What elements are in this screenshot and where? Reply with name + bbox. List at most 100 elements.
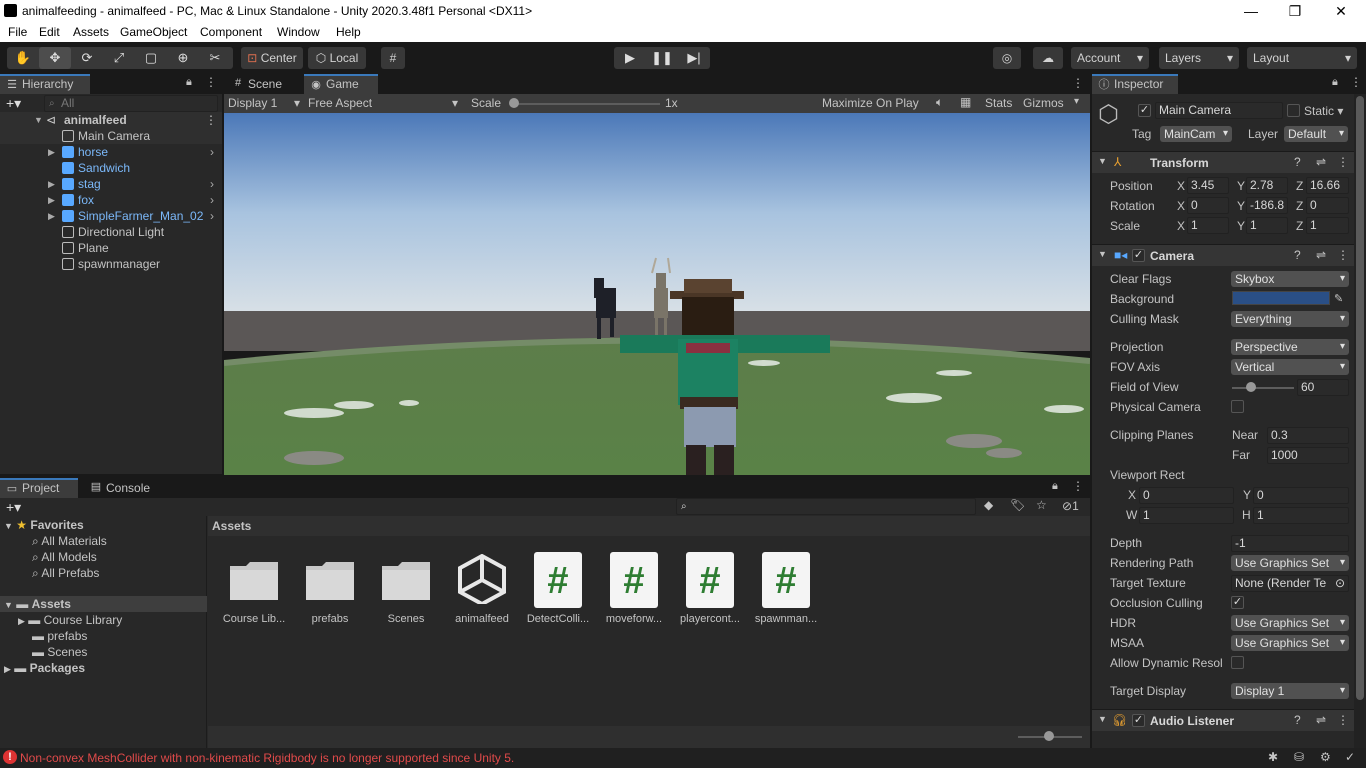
grid-snap-icon[interactable]: # — [381, 47, 405, 69]
cloud-icon[interactable]: ☁ — [1033, 47, 1063, 69]
rotation-z-input[interactable]: 0 — [1306, 197, 1349, 214]
fav-all-materials[interactable]: ⌕ All Materials — [32, 533, 107, 549]
chevron-right-icon[interactable]: › — [210, 144, 214, 160]
menu-window[interactable]: Window — [277, 25, 320, 39]
fov-slider-handle[interactable] — [1245, 382, 1256, 392]
asset-item[interactable]: # playercont... — [674, 550, 746, 630]
camera-enabled-checkbox[interactable]: ✓ — [1132, 249, 1145, 262]
favorite-star-icon[interactable]: ☆ — [1036, 498, 1047, 512]
expand-arrow-icon[interactable]: ▶ — [48, 192, 55, 208]
position-z-input[interactable]: 16.66 — [1306, 177, 1349, 194]
viewport-x-input[interactable]: 0 — [1139, 487, 1234, 504]
game-viewport[interactable] — [224, 113, 1090, 475]
hierarchy-item[interactable]: Directional Light — [0, 224, 222, 240]
menu-file[interactable]: File — [8, 25, 27, 39]
fav-all-models[interactable]: ⌕ All Models — [32, 549, 97, 565]
rendering-path-dropdown[interactable]: Use Graphics Set — [1231, 555, 1349, 571]
collapse-arrow-icon[interactable]: ▼ — [1098, 156, 1107, 166]
menu-gameobject[interactable]: GameObject — [120, 25, 187, 39]
rotate-tool-icon[interactable]: ⟳ — [71, 47, 103, 69]
background-color-field[interactable] — [1232, 291, 1330, 305]
inspector-scrollbar[interactable] — [1354, 94, 1366, 748]
scale-z-input[interactable]: 1 — [1306, 217, 1349, 234]
component-menu-icon[interactable]: ⋮ — [1337, 155, 1349, 169]
expand-arrow-icon[interactable]: ▶ — [48, 176, 55, 192]
minimize-button[interactable]: — — [1228, 0, 1274, 22]
collapse-arrow-icon[interactable]: ▼ — [1098, 714, 1107, 724]
asset-item[interactable]: # DetectColli... — [522, 550, 594, 630]
project-lock-icon[interactable]: 🔒︎ — [1052, 480, 1058, 493]
preset-icon[interactable]: ⇌ — [1316, 713, 1326, 727]
fov-input[interactable]: 60 — [1297, 379, 1349, 396]
pivot-local-button[interactable]: ⬡ Local — [308, 47, 366, 69]
close-button[interactable]: ✕ — [1318, 0, 1364, 22]
tab-inspector[interactable]: ⓘ Inspector — [1092, 74, 1178, 94]
viewport-w-input[interactable]: 1 — [1139, 507, 1234, 524]
move-tool-icon[interactable]: ✥ — [39, 47, 71, 69]
asset-item[interactable]: # spawnman... — [750, 550, 822, 630]
hierarchy-item[interactable]: Main Camera — [0, 128, 222, 144]
add-icon[interactable]: +▾ — [6, 95, 21, 112]
chevron-right-icon[interactable]: › — [210, 208, 214, 224]
depth-input[interactable]: -1 — [1231, 535, 1349, 552]
hidden-packages-icon[interactable]: ⊘1 — [1062, 499, 1079, 513]
component-menu-icon[interactable]: ⋮ — [1337, 713, 1349, 727]
maximize-button[interactable]: ❐ — [1272, 0, 1318, 22]
filter-label-icon[interactable]: 🏷︎ — [1010, 498, 1025, 512]
tab-game[interactable]: ◉ Game — [304, 74, 378, 94]
physical-camera-checkbox[interactable] — [1231, 400, 1244, 413]
aspect-dropdown[interactable]: Free Aspect ▾ — [308, 96, 464, 111]
layer-dropdown[interactable]: Default — [1284, 126, 1348, 142]
preset-icon[interactable]: ⇌ — [1316, 248, 1326, 262]
cache-icon[interactable]: ⛁ — [1294, 750, 1304, 764]
dynamic-resolution-checkbox[interactable] — [1231, 656, 1244, 669]
viewport-h-input[interactable]: 1 — [1253, 507, 1349, 524]
menu-assets[interactable]: Assets — [73, 25, 109, 39]
tree-prefabs[interactable]: ▬ prefabs — [32, 628, 87, 644]
hierarchy-item[interactable]: spawnmanager — [0, 256, 222, 272]
scale-tool-icon[interactable]: ⤢ — [103, 47, 135, 69]
fov-axis-dropdown[interactable]: Vertical — [1231, 359, 1349, 375]
static-checkbox[interactable] — [1287, 104, 1300, 117]
create-icon[interactable]: +▾ — [6, 499, 21, 516]
packages-row[interactable]: ▶ ▬ Packages — [4, 660, 85, 676]
rect-tool-icon[interactable]: ▢ — [135, 47, 167, 69]
tree-scenes[interactable]: ▬ Scenes — [32, 644, 87, 660]
tab-console[interactable]: ▤ Console — [84, 478, 164, 498]
rotation-x-input[interactable]: 0 — [1187, 197, 1229, 214]
pause-icon[interactable]: ❚❚ — [646, 47, 678, 69]
position-x-input[interactable]: 3.45 — [1187, 177, 1229, 194]
auto-generate-icon[interactable]: ⚙ — [1320, 750, 1331, 764]
collapse-arrow-icon[interactable]: ▼ — [1098, 249, 1107, 259]
hierarchy-item[interactable]: ▶ fox › — [0, 192, 222, 208]
audio-listener-header[interactable]: ▼ 🎧︎ ✓ Audio Listener ? ⇌ ⋮ — [1092, 709, 1354, 731]
projection-dropdown[interactable]: Perspective — [1231, 339, 1349, 355]
fov-slider[interactable] — [1232, 387, 1294, 389]
asset-item[interactable]: Course Lib... — [218, 550, 290, 630]
hierarchy-item[interactable]: ▶ SimpleFarmer_Man_02 › — [0, 208, 222, 224]
assets-row[interactable]: ▼ ▬ Assets — [0, 596, 207, 612]
hierarchy-item[interactable]: Sandwich — [0, 160, 222, 176]
msaa-dropdown[interactable]: Use Graphics Set — [1231, 635, 1349, 651]
object-name-input[interactable]: Main Camera — [1155, 102, 1283, 119]
fav-all-prefabs[interactable]: ⌕ All Prefabs — [32, 565, 99, 581]
hierarchy-item[interactable]: ▶ stag › — [0, 176, 222, 192]
layers-dropdown[interactable]: Layers ▾ — [1159, 47, 1239, 69]
maximize-on-play-toggle[interactable]: Maximize On Play — [822, 96, 919, 110]
inspector-lock-icon[interactable]: 🔒︎ — [1332, 76, 1338, 89]
view-menu-icon[interactable]: ⋮ — [1072, 76, 1084, 90]
transform-tool-icon[interactable]: ⊕ — [167, 47, 199, 69]
transform-header[interactable]: ▼ ⅄ Transform ? ⇌ ⋮ — [1092, 151, 1354, 173]
target-display-dropdown[interactable]: Display 1 — [1231, 683, 1349, 699]
scale-x-input[interactable]: 1 — [1187, 217, 1229, 234]
expand-arrow-icon[interactable]: ▶ — [48, 144, 55, 160]
chevron-right-icon[interactable]: › — [210, 176, 214, 192]
stats-toggle[interactable]: Stats — [985, 96, 1012, 110]
inspector-menu-icon[interactable]: ⋮ — [1350, 75, 1362, 89]
progress-check-icon[interactable]: ✓ — [1345, 750, 1355, 764]
hand-tool-icon[interactable]: ✋ — [7, 47, 39, 69]
asset-item[interactable]: prefabs — [294, 550, 366, 630]
scale-y-input[interactable]: 1 — [1246, 217, 1288, 234]
target-texture-field[interactable]: None (Render Te ⊙ — [1231, 575, 1349, 592]
object-picker-icon[interactable]: ⊙ — [1335, 576, 1345, 591]
